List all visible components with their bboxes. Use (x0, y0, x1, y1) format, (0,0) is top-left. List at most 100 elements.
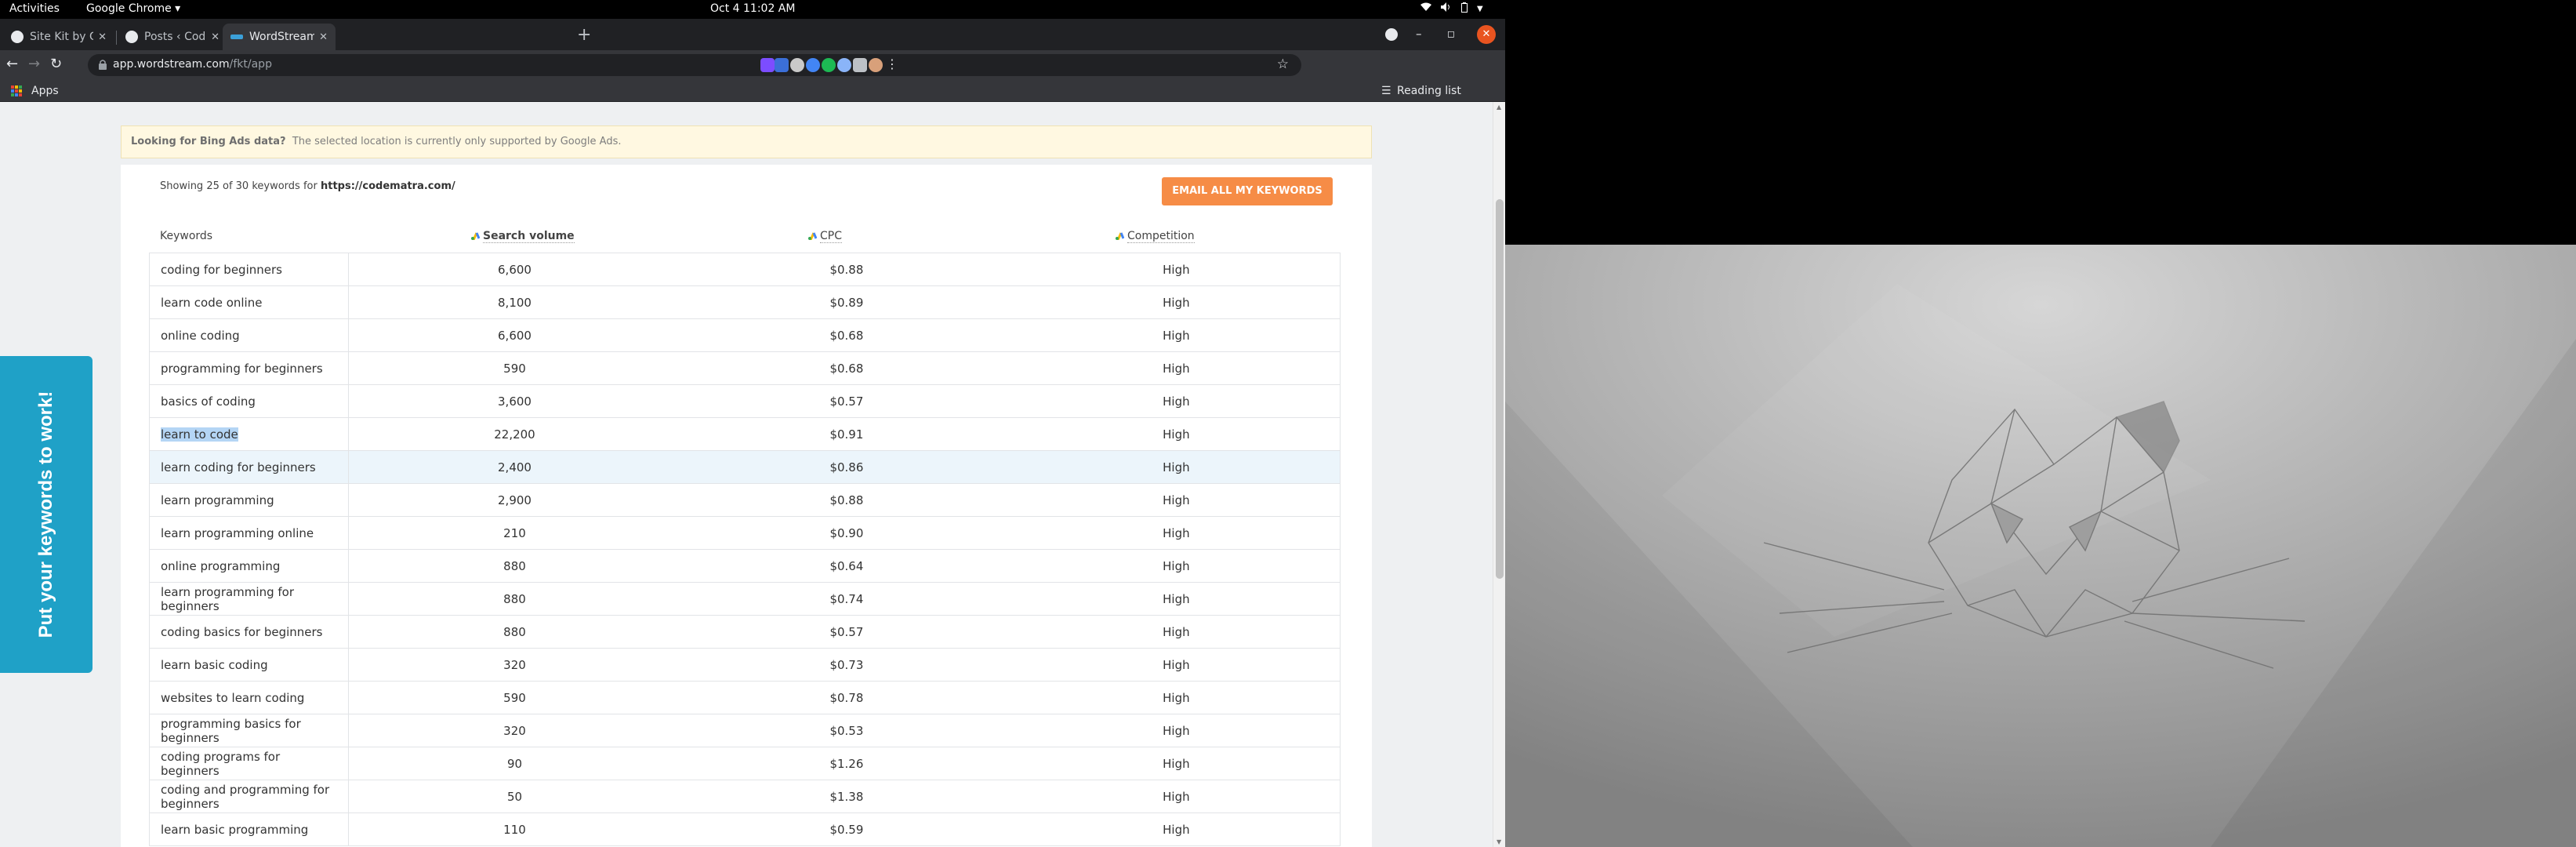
chrome-menu-icon[interactable]: ⋮ (886, 56, 898, 72)
scroll-down-arrow-icon[interactable]: ▼ (1497, 838, 1501, 845)
keyword-cell: online programming (149, 549, 349, 583)
app-menu[interactable]: Google Chrome ▾ (86, 2, 180, 15)
scrollbar-thumb[interactable] (1496, 199, 1504, 579)
tab-search-icon[interactable] (1385, 28, 1398, 41)
google-ads-icon (1116, 232, 1124, 240)
google-ads-icon (808, 232, 817, 240)
lock-icon[interactable] (99, 60, 107, 70)
keyword-row[interactable]: coding programs for beginners 90 $1.26 High (149, 747, 1341, 780)
wordstream-favicon-icon (230, 35, 243, 39)
close-tab-icon[interactable]: ✕ (319, 31, 328, 43)
close-tab-icon[interactable]: ✕ (98, 31, 107, 43)
keyword-row[interactable]: learn programming for beginners 880 $0.74 H… (149, 582, 1341, 616)
battery-icon[interactable] (1461, 2, 1468, 16)
keyword-row[interactable]: learn code online 8,100 $0.89 High (149, 285, 1341, 319)
scroll-up-arrow-icon[interactable]: ▲ (1497, 104, 1501, 111)
close-window-button[interactable]: ✕ (1477, 25, 1496, 44)
column-search-volume[interactable]: Search volume (470, 230, 575, 243)
competition-cell: High (1012, 253, 1341, 286)
keywords-panel: Showing 25 of 30 keywords for https://co… (121, 165, 1372, 847)
competition-cell: High (1012, 780, 1341, 813)
page-viewport: Looking for Bing Ads data? The selected … (0, 102, 1505, 847)
keyword-row[interactable]: learn basic programming 110 $0.59 High (149, 812, 1341, 846)
activities-button[interactable]: Activities (9, 2, 60, 15)
keywords-table-body: coding for beginners 6,600 $0.88 High learn … (149, 253, 1341, 846)
profile-avatar[interactable] (869, 58, 883, 72)
google-ads-icon (471, 232, 480, 240)
keyword-row[interactable]: learn coding for beginners 2,400 $0.86 High (149, 450, 1341, 484)
extension-color-icon[interactable] (806, 58, 820, 72)
tab-site-kit[interactable]: Site Kit by Google Dashbo ✕ (3, 24, 114, 50)
keyword-row[interactable]: online coding 6,600 $0.68 High (149, 318, 1341, 352)
search-volume-cell: 880 (348, 615, 681, 649)
cpc-cell: $1.26 (680, 747, 1013, 780)
column-competition[interactable]: Competition (1115, 230, 1195, 243)
search-volume-cell: 22,200 (348, 417, 681, 451)
keyword-row[interactable]: learn to code 22,200 $0.91 High (149, 417, 1341, 451)
forward-button[interactable]: → (28, 56, 40, 72)
minimize-button[interactable]: – (1416, 27, 1422, 41)
apps-grid-icon[interactable] (11, 85, 22, 96)
keyword-row[interactable]: coding and programming for beginners 50 $1… (149, 780, 1341, 813)
tab-wordstream[interactable]: WordStream Free Keywo ✕ (223, 24, 336, 50)
system-menu-chevron-icon[interactable]: ▼ (1477, 5, 1483, 13)
column-cpc[interactable]: CPC (807, 230, 842, 243)
back-button[interactable]: ← (6, 56, 18, 72)
search-volume-cell: 590 (348, 681, 681, 714)
keyword-row[interactable]: basics of coding 3,600 $0.57 High (149, 384, 1341, 418)
keyword-row[interactable]: websites to learn coding 590 $0.78 High (149, 681, 1341, 714)
competition-cell: High (1012, 351, 1341, 385)
keyword-cell: programming basics for beginners (149, 714, 349, 747)
results-summary: Showing 25 of 30 keywords for https://co… (160, 180, 455, 192)
cpc-cell: $0.68 (680, 318, 1013, 352)
competition-cell: High (1012, 516, 1341, 550)
wifi-icon[interactable] (1420, 2, 1431, 15)
bookmark-star-icon[interactable]: ☆ (1277, 56, 1289, 72)
keyword-cell: basics of coding (149, 384, 349, 418)
volume-icon[interactable] (1441, 2, 1452, 15)
reload-button[interactable]: ↻ (50, 56, 62, 72)
extension-globe-icon[interactable] (837, 58, 851, 72)
keyword-row[interactable]: programming for beginners 590 $0.68 High (149, 351, 1341, 385)
extensions-puzzle-icon[interactable] (853, 58, 867, 72)
maximize-button[interactable]: ◻ (1447, 28, 1455, 39)
apps-link[interactable]: Apps (31, 85, 59, 97)
reading-list-icon[interactable]: ☰ (1381, 85, 1391, 97)
keyword-row[interactable]: online programming 880 $0.64 High (149, 549, 1341, 583)
keyword-cell: online coding (149, 318, 349, 352)
column-keywords[interactable]: Keywords (160, 230, 212, 242)
keyword-row[interactable]: programming basics for beginners 320 $0.53… (149, 714, 1341, 747)
keyword-row[interactable]: learn programming online 210 $0.90 High (149, 516, 1341, 550)
extension-new-icon[interactable] (775, 58, 789, 72)
address-bar[interactable]: app.wordstream.com/fkt/app ☆ (88, 54, 1301, 76)
search-volume-cell: 2,400 (348, 450, 681, 484)
put-keywords-to-work-tab[interactable]: Put your keywords to work! (0, 356, 93, 673)
extension-gear-icon[interactable] (790, 58, 804, 72)
reading-list-link[interactable]: Reading list (1397, 85, 1461, 97)
extension-pen-icon[interactable] (760, 58, 775, 72)
cpc-cell: $0.53 (680, 714, 1013, 747)
keyword-row[interactable]: coding basics for beginners 880 $0.57 High (149, 615, 1341, 649)
email-keywords-button[interactable]: EMAIL ALL MY KEYWORDS (1162, 177, 1333, 205)
new-tab-button[interactable]: + (577, 27, 591, 44)
close-tab-icon[interactable]: ✕ (211, 31, 220, 43)
search-volume-cell: 320 (348, 648, 681, 682)
search-volume-cell: 3,600 (348, 384, 681, 418)
tab-posts[interactable]: Posts ‹ Code Matra — Wo ✕ (118, 24, 227, 50)
search-volume-cell: 6,600 (348, 318, 681, 352)
bookmarks-bar: Apps ☰ Reading list (0, 80, 1505, 102)
page-scrollbar[interactable]: ▲ ▼ (1493, 102, 1505, 847)
keyword-row[interactable]: learn basic coding 320 $0.73 High (149, 648, 1341, 682)
search-volume-cell: 90 (348, 747, 681, 780)
keyword-cell: coding programs for beginners (149, 747, 349, 780)
keyword-row[interactable]: coding for beginners 6,600 $0.88 High (149, 253, 1341, 286)
extension-grammar-icon[interactable] (822, 58, 836, 72)
cpc-cell: $0.73 (680, 648, 1013, 682)
competition-cell: High (1012, 615, 1341, 649)
url-text[interactable]: app.wordstream.com/fkt/app (113, 58, 272, 71)
cpc-cell: $1.38 (680, 780, 1013, 813)
keyword-row[interactable]: learn programming 2,900 $0.88 High (149, 483, 1341, 517)
notice-heading: Looking for Bing Ads data? (131, 136, 286, 147)
keyword-cell: learn basic programming (149, 812, 349, 846)
clock[interactable]: Oct 4 11:02 AM (710, 2, 795, 15)
